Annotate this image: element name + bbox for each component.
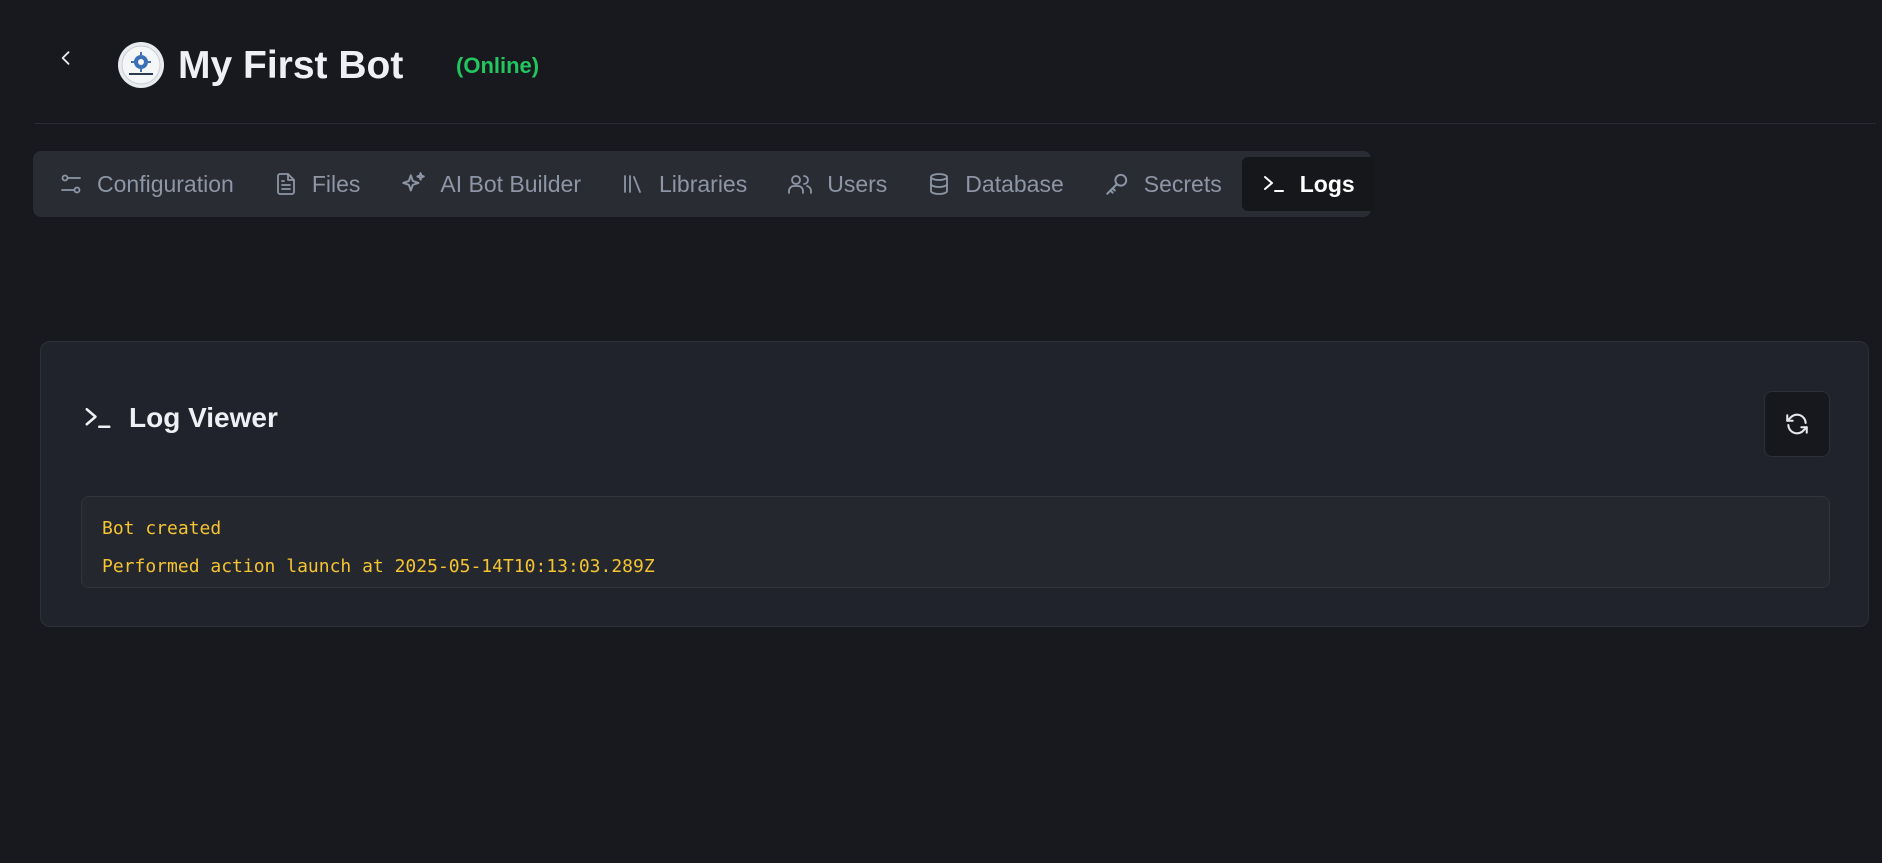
tab-label: Secrets (1143, 170, 1222, 197)
database-icon (930, 173, 949, 195)
tab-label: Configuration (97, 170, 234, 197)
chevron-left-icon (61, 51, 70, 65)
tab-users[interactable]: Users (767, 157, 907, 211)
tab-database[interactable]: Database (907, 157, 1083, 211)
tab-secrets[interactable]: Secrets (1084, 157, 1242, 211)
terminal-icon (85, 408, 111, 428)
log-line: Performed action launch at 2025-05-14T10… (102, 556, 655, 577)
tab-bar: Configuration Files AI Bot Builder Libra… (33, 151, 1375, 217)
bot-logo-icon (121, 45, 161, 85)
page-title: My First Bot (178, 44, 404, 87)
tab-label: Users (827, 170, 888, 197)
tab-label: AI Bot Builder (440, 170, 582, 197)
tab-label: Logs (1299, 170, 1355, 197)
key-icon (1106, 173, 1127, 195)
status-badge: (Online) (456, 53, 540, 78)
tab-label: Libraries (659, 170, 748, 197)
tab-label: Files (311, 170, 361, 197)
log-viewer-title: Log Viewer (129, 402, 278, 433)
log-output: Bot created Performed action launch at 2… (81, 496, 1830, 588)
log-viewer-header: Log Viewer (83, 402, 278, 434)
page-header: My First Bot (Online) (34, 0, 1876, 124)
file-text-icon (276, 173, 295, 195)
refresh-icon (1786, 413, 1808, 435)
tab-ai-bot-builder[interactable]: AI Bot Builder (380, 157, 601, 211)
library-icon (624, 175, 641, 193)
refresh-button[interactable] (1764, 391, 1830, 457)
back-button[interactable] (50, 42, 82, 74)
tab-logs[interactable]: Logs (1241, 157, 1375, 211)
tab-libraries[interactable]: Libraries (601, 157, 767, 211)
log-line: Bot created (102, 518, 222, 539)
tab-configuration[interactable]: Configuration (39, 157, 254, 211)
sliders-icon (61, 174, 81, 194)
terminal-icon (1263, 176, 1284, 192)
log-viewer-card: Log Viewer Bot created Performed action … (40, 341, 1869, 627)
bot-avatar (118, 42, 164, 88)
users-icon (788, 175, 813, 194)
sparkles-icon (402, 172, 426, 192)
tab-files[interactable]: Files (254, 157, 381, 211)
tab-label: Database (965, 170, 1064, 197)
